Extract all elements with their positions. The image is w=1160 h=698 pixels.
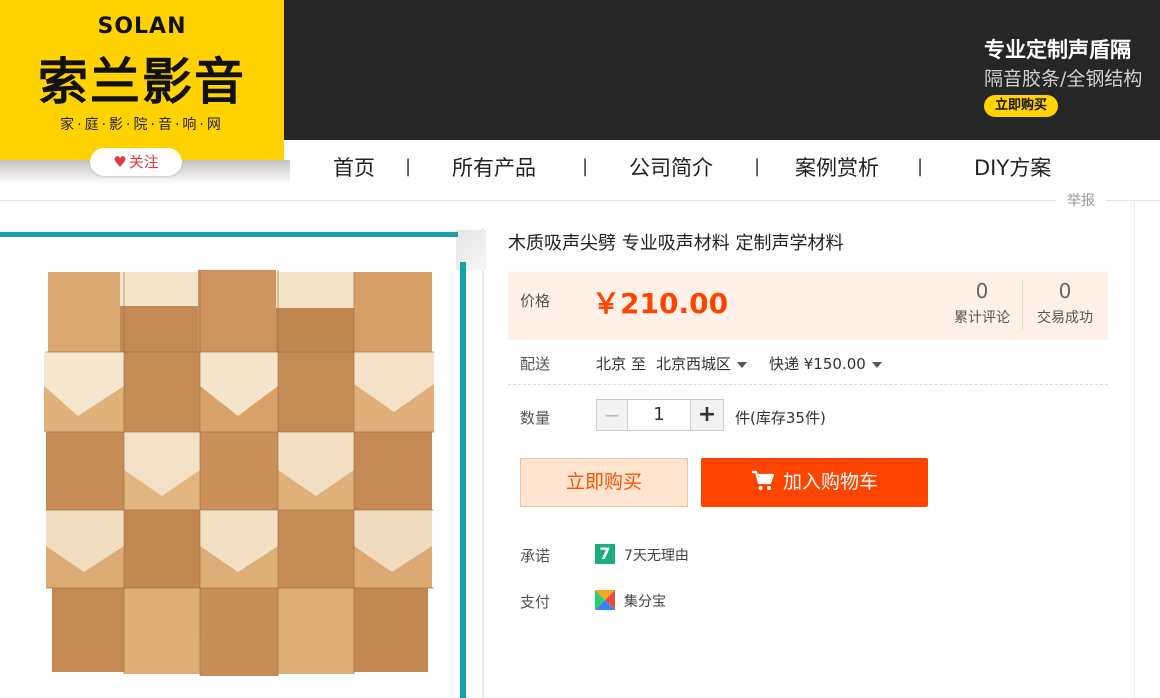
quantity-decrease-button[interactable]: − — [596, 399, 628, 431]
product-image[interactable] — [38, 266, 436, 678]
quantity-label: 数量 — [520, 409, 551, 427]
ship-method-select[interactable]: 快递 ¥150.00 — [769, 353, 882, 374]
heart-icon: ♥ — [113, 153, 127, 171]
report-link[interactable]: 举报 — [1056, 190, 1106, 212]
ship-from: 北京 — [596, 355, 627, 373]
nav-case-gallery[interactable]: 案例赏析 — [795, 152, 879, 182]
product-price: ￥210.00 — [592, 287, 729, 320]
review-count: 0 — [975, 279, 989, 303]
image-frame-top — [0, 232, 458, 237]
follow-label: 关注 — [128, 153, 159, 171]
ship-to-select[interactable]: 北京西城区 — [656, 353, 748, 374]
review-count-label[interactable]: 累计评论 — [942, 307, 1022, 327]
seven-day-icon: 7 — [595, 544, 615, 564]
section-divider — [508, 384, 1108, 385]
ship-to-value: 北京西城区 — [656, 355, 732, 373]
quantity-increase-button[interactable]: + — [690, 399, 724, 431]
nav-home[interactable]: 首页 — [333, 152, 375, 182]
payment-text: 集分宝 — [624, 594, 666, 610]
nav-separator: | — [754, 156, 761, 177]
banner-title: 专业定制声盾隔 — [984, 38, 1131, 62]
payment-label: 支付 — [520, 593, 551, 611]
buy-now-button[interactable]: 立即购买 — [520, 458, 688, 507]
logo-english: SOLAN — [97, 14, 187, 39]
sales-count-label: 交易成功 — [1037, 310, 1093, 326]
cart-icon — [751, 470, 775, 490]
nav-separator: | — [405, 156, 412, 177]
price-label: 价格 — [520, 292, 551, 310]
nav-separator: | — [582, 156, 589, 177]
stats-divider — [1022, 280, 1023, 330]
add-to-cart-label: 加入购物车 — [782, 471, 878, 493]
caret-down-icon — [871, 361, 882, 368]
quantity-input[interactable]: 1 — [628, 399, 690, 431]
image-frame-right — [460, 262, 466, 698]
shipping-label: 配送 — [520, 355, 551, 373]
nav-separator: | — [917, 156, 924, 177]
stock-info: 件(库存35件) — [735, 409, 826, 427]
promise-text[interactable]: 7天无理由 — [624, 545, 689, 565]
banner-buy-button[interactable]: 立即购买 — [984, 95, 1058, 117]
panel-border — [1134, 200, 1135, 698]
wood-diffuser-blocks — [44, 270, 434, 676]
banner-subtitle: 隔音胶条/全钢结构 — [984, 68, 1143, 90]
add-to-cart-button[interactable]: 加入购物车 — [701, 458, 928, 507]
ship-method-value: 快递 ¥150.00 — [769, 355, 866, 373]
caret-down-icon — [737, 361, 748, 368]
nav-all-products[interactable]: 所有产品 — [452, 152, 536, 182]
sales-count: 0 — [1058, 279, 1072, 303]
promise-label: 承诺 — [520, 547, 551, 565]
nav-diy-plan[interactable]: DIY方案 — [974, 152, 1051, 182]
nav-company-intro[interactable]: 公司简介 — [629, 152, 713, 182]
logo-chinese: 索兰影音 — [38, 53, 246, 111]
ship-to-word: 至 — [631, 355, 647, 373]
shop-logo[interactable]: SOLAN 索兰影音 家·庭·影·院·音·响·网 — [0, 0, 284, 160]
logo-tagline: 家·庭·影·院·音·响·网 — [60, 117, 224, 133]
jifenbao-icon — [595, 590, 615, 610]
product-title: 木质吸声尖劈 专业吸声材料 定制声学材料 — [508, 233, 844, 254]
follow-button[interactable]: ♥ 关注 — [90, 148, 182, 176]
